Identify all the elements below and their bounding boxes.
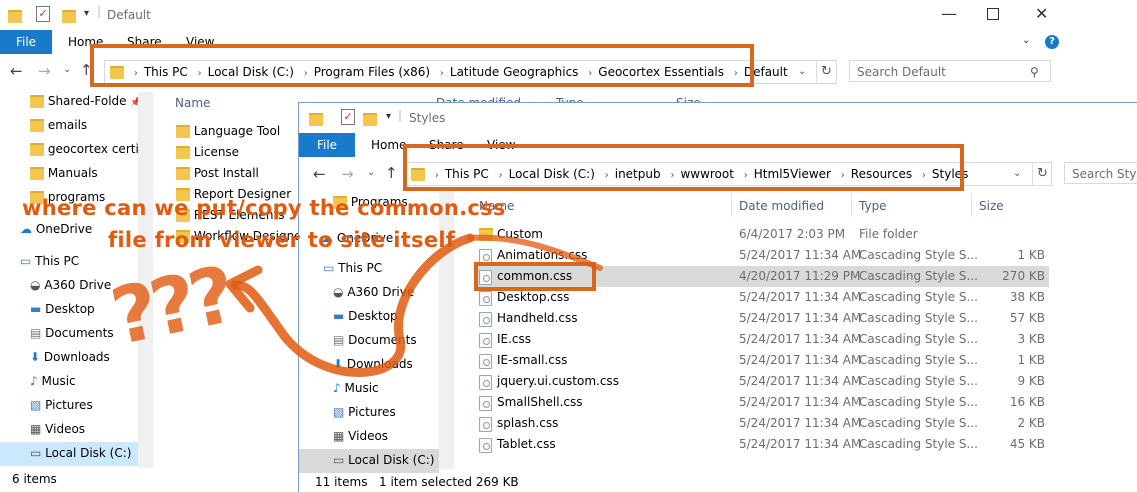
- annotation-scribble: [225, 233, 603, 377]
- annotation-arrow-curve: [230, 233, 475, 377]
- annotation-arrow-tail: [467, 234, 603, 271]
